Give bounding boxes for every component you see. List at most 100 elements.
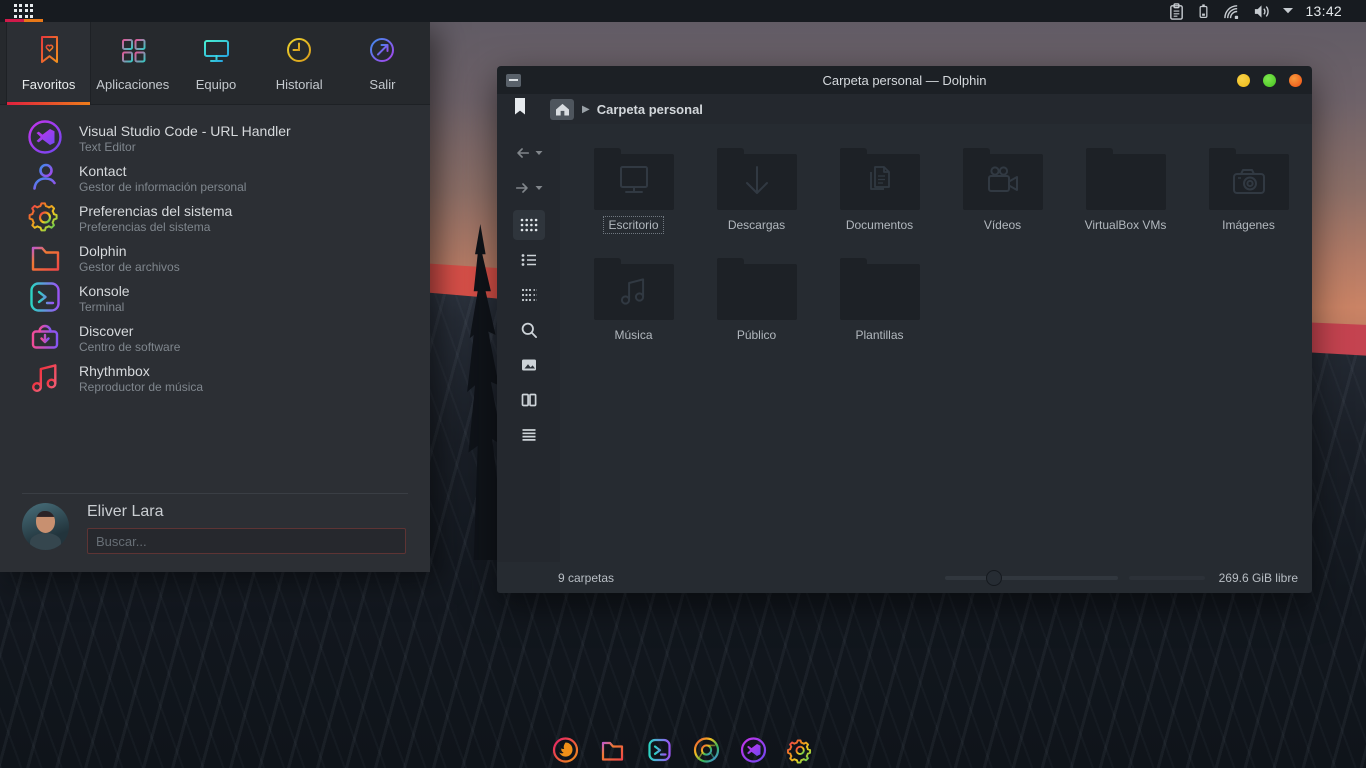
bookmark-heart-icon [33, 34, 65, 69]
chrome-icon[interactable] [692, 735, 722, 765]
folder-publico[interactable]: Público [695, 252, 818, 362]
app-launcher-button[interactable] [0, 0, 48, 22]
firefox-icon[interactable] [551, 735, 581, 765]
clipboard-icon[interactable] [1168, 2, 1185, 21]
gear-rainbow-icon [26, 198, 64, 241]
folder-virtualbox-vms[interactable]: VirtualBox VMs [1064, 142, 1187, 252]
app-item-preferencias[interactable]: Preferencias del sistema Preferencias de… [0, 199, 430, 239]
person-icon [26, 158, 64, 201]
tab-historial[interactable]: Historial [258, 22, 341, 104]
tab-aplicaciones[interactable]: Aplicaciones [91, 22, 174, 104]
search-button[interactable] [513, 315, 545, 345]
status-bar: 9 carpetas 269.6 GiB libre [497, 562, 1312, 593]
preview-button[interactable] [513, 350, 545, 380]
details-view-button[interactable] [513, 280, 545, 310]
launcher-active-underline [5, 19, 43, 22]
tab-label: Equipo [196, 77, 236, 92]
tab-favoritos[interactable]: Favoritos [6, 22, 91, 104]
folder-escritorio[interactable]: Escritorio [572, 142, 695, 252]
folder-label: Imágenes [1218, 217, 1279, 233]
folder-view[interactable]: Escritorio Descargas Document [560, 124, 1312, 562]
folder-label: Descargas [724, 217, 789, 233]
breadcrumb-location[interactable]: Carpeta personal [597, 102, 703, 117]
window-titlebar[interactable]: Carpeta personal — Dolphin [497, 66, 1312, 94]
back-button[interactable] [514, 140, 543, 166]
folder-label: Vídeos [980, 217, 1025, 233]
folder-icon-camera [1209, 154, 1289, 210]
caret-down-icon[interactable] [1282, 7, 1294, 15]
dolphin-window: Carpeta personal — Dolphin ▶ Carpeta per… [497, 66, 1312, 593]
terminal-icon[interactable] [645, 735, 675, 765]
compact-view-button[interactable] [513, 245, 545, 275]
zoom-slider[interactable] [945, 576, 1118, 580]
search-input[interactable] [87, 528, 406, 554]
app-item-discover[interactable]: Discover Centro de software [0, 319, 430, 359]
app-name: Rhythmbox [79, 363, 203, 381]
tab-label: Historial [276, 77, 323, 92]
folder-icon-plain [1086, 154, 1166, 210]
file-manager-icon[interactable] [598, 735, 628, 765]
system-tray: 13:42 [1168, 2, 1366, 21]
folder-icon-video-camera [963, 154, 1043, 210]
music-note-icon [26, 358, 64, 401]
user-row: Eliver Lara [0, 494, 430, 572]
folder-imagenes[interactable]: Imágenes [1187, 142, 1310, 252]
bookmark-icon[interactable] [514, 98, 526, 120]
tab-equipo[interactable]: Equipo [174, 22, 257, 104]
app-name: Dolphin [79, 243, 180, 261]
folder-label: Escritorio [604, 217, 662, 233]
terminal-icon [26, 278, 64, 321]
app-grid-icon [117, 34, 149, 69]
zoom-slider-knob[interactable] [986, 570, 1002, 586]
forward-button[interactable] [514, 175, 543, 201]
folder-descargas[interactable]: Descargas [695, 142, 818, 252]
launcher-tabs: Favoritos Aplicaciones Equipo Historial [0, 22, 430, 105]
folder-musica[interactable]: Música [572, 252, 695, 362]
app-item-konsole[interactable]: Konsole Terminal [0, 279, 430, 319]
folder-documentos[interactable]: Documentos [818, 142, 941, 252]
folder-plantillas[interactable]: Plantillas [818, 252, 941, 362]
maximize-button[interactable] [1263, 74, 1276, 87]
app-item-rhythmbox[interactable]: Rhythmbox Reproductor de música [0, 359, 430, 399]
top-panel: 13:42 [0, 0, 1366, 22]
folder-label: Música [610, 327, 656, 343]
app-item-dolphin[interactable]: Dolphin Gestor de archivos [0, 239, 430, 279]
volume-icon[interactable] [1252, 3, 1271, 20]
app-item-kontact[interactable]: Kontact Gestor de información personal [0, 159, 430, 199]
folder-icon-monitor [594, 154, 674, 210]
folder-label: Plantillas [851, 327, 907, 343]
network-icon[interactable] [1222, 3, 1241, 20]
disk-usage-bar [1129, 576, 1205, 580]
folder-icon-plain [840, 264, 920, 320]
vscode-icon[interactable] [739, 735, 769, 765]
icons-view-button[interactable] [513, 210, 545, 240]
app-item-vscode[interactable]: Visual Studio Code - URL Handler Text Ed… [0, 119, 430, 159]
minimize-button[interactable] [1237, 74, 1250, 87]
dolphin-side-toolbar [497, 124, 560, 562]
tab-label: Favoritos [22, 77, 75, 92]
app-description: Terminal [79, 300, 130, 315]
folder-videos[interactable]: Vídeos [941, 142, 1064, 252]
app-description: Text Editor [79, 140, 291, 155]
folder-icon-documents [840, 154, 920, 210]
folder-label: Público [733, 327, 780, 343]
tab-salir[interactable]: Salir [341, 22, 424, 104]
panel-clock[interactable]: 13:42 [1305, 3, 1342, 19]
close-button[interactable] [1289, 74, 1302, 87]
app-name: Konsole [79, 283, 130, 301]
breadcrumb-caret-icon: ▶ [582, 104, 590, 115]
battery-icon[interactable] [1196, 2, 1211, 21]
home-button[interactable] [550, 99, 574, 120]
folder-label: Documentos [842, 217, 917, 233]
app-description: Preferencias del sistema [79, 220, 232, 235]
settings-gear-icon[interactable] [786, 735, 816, 765]
window-title: Carpeta personal — Dolphin [497, 73, 1312, 88]
user-avatar[interactable] [22, 503, 69, 550]
dock [551, 735, 816, 765]
folder-icon [26, 238, 64, 281]
app-description: Gestor de archivos [79, 260, 180, 275]
app-name: Discover [79, 323, 180, 341]
menu-button[interactable] [513, 420, 545, 450]
split-view-button[interactable] [513, 385, 545, 415]
folder-icon-download [717, 154, 797, 210]
